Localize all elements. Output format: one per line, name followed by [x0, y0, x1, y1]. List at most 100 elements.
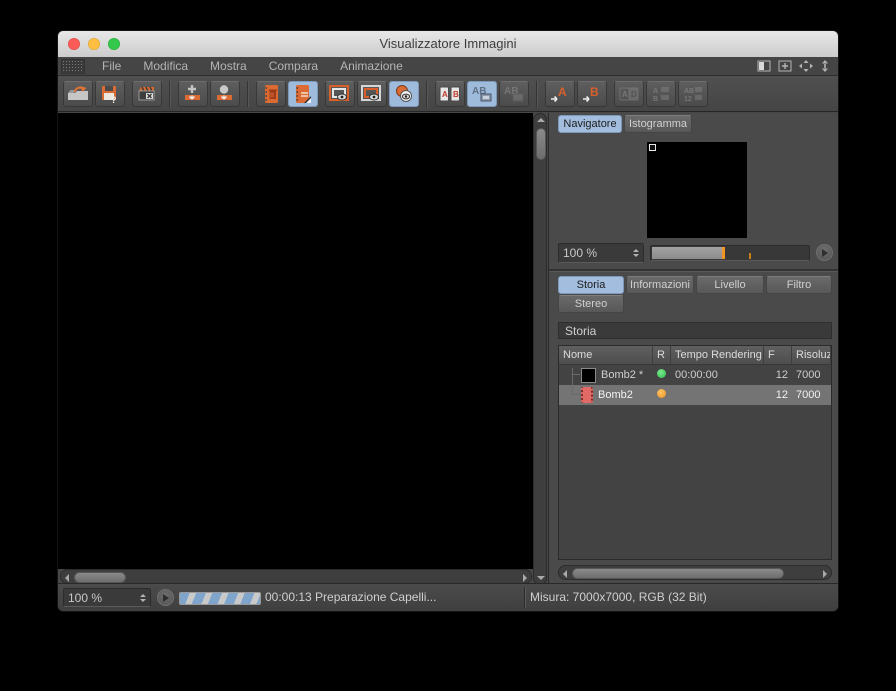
history-table-header: Nome R Tempo Rendering F Risoluz: [559, 346, 831, 365]
navigator-play-button[interactable]: [816, 244, 833, 261]
a-glyph: A: [653, 88, 658, 95]
tab-filtro[interactable]: Filtro: [766, 276, 832, 294]
slider-tick: [748, 253, 751, 259]
history-table: Nome R Tempo Rendering F Risoluz Bomb2 *…: [558, 345, 832, 560]
open-image-button[interactable]: [63, 80, 93, 107]
history-row[interactable]: Bomb2 * 00:00:00 12 7000: [559, 365, 831, 385]
viewer-hscrollbar[interactable]: [60, 569, 532, 584]
col-risoluzione[interactable]: Risoluz: [792, 346, 831, 364]
scroll-right-arrow[interactable]: [823, 569, 827, 578]
zoom-stepper[interactable]: [633, 249, 639, 257]
navigator-zoom-field[interactable]: 100 %: [558, 243, 644, 263]
playback-button[interactable]: [157, 589, 174, 606]
file-group: ?: [63, 80, 125, 107]
row-name-cell: Bomb2 *: [559, 367, 653, 383]
tab-stereo[interactable]: Stereo: [558, 295, 624, 313]
stepper-down-icon[interactable]: [633, 254, 639, 257]
expand-all-icon[interactable]: [799, 60, 813, 72]
tree-line-branch: [572, 394, 580, 395]
vertical-resize-icon[interactable]: [820, 60, 830, 72]
set-compare-b-button[interactable]: [357, 80, 387, 107]
navigator-region-marker[interactable]: [649, 144, 656, 151]
fit-image-button[interactable]: [178, 80, 208, 107]
menubar: File Modifica Mostra Compara Animazione: [58, 57, 838, 76]
hscroll-thumb[interactable]: [74, 572, 126, 583]
menu-compara[interactable]: Compara: [258, 59, 329, 73]
menu-modifica[interactable]: Modifica: [132, 59, 199, 73]
compare-ab-button[interactable]: [389, 80, 419, 107]
titlebar[interactable]: Visualizzatore Immagini: [58, 31, 838, 58]
zoom-stepper[interactable]: [140, 593, 146, 602]
viewer-vscrollbar[interactable]: [533, 113, 547, 585]
toolbar-separator: [169, 80, 171, 107]
drag-grip[interactable]: [61, 58, 85, 74]
status-dot-green: [657, 369, 666, 378]
n12-glyph: 12: [684, 96, 692, 103]
scroll-up-arrow[interactable]: [537, 118, 545, 122]
tab-livello[interactable]: Livello: [696, 276, 764, 294]
menu-file[interactable]: File: [91, 59, 132, 73]
clear-render-button[interactable]: [132, 80, 162, 107]
add-panel-icon[interactable]: [778, 60, 792, 72]
ab-side-by-side-button[interactable]: AB: [435, 80, 465, 107]
a-glyph: A: [622, 90, 628, 99]
toolbar: ? AB AB AB A B AD A B AB 12: [58, 76, 838, 112]
align-ab-disabled-button[interactable]: AB: [646, 80, 676, 107]
a-glyph: A: [558, 85, 567, 99]
ab-onscreen-disabled-button[interactable]: AB: [499, 80, 529, 107]
menu-animazione[interactable]: Animazione: [329, 59, 414, 73]
ab-frames-disabled-button[interactable]: AB 12: [678, 80, 708, 107]
stepper-up-icon[interactable]: [633, 249, 639, 252]
render-name: Bomb2: [598, 389, 633, 401]
col-f[interactable]: F: [764, 346, 792, 364]
scroll-down-arrow[interactable]: [537, 576, 545, 580]
ab-view-group: AB AB AB: [435, 80, 529, 107]
b-glyph: B: [590, 85, 599, 99]
scroll-right-arrow[interactable]: [523, 573, 527, 582]
set-compare-a-button[interactable]: [325, 80, 355, 107]
question-glyph: ?: [111, 95, 117, 104]
goto-image-a-button[interactable]: A: [545, 80, 575, 107]
viewer-zoom-field[interactable]: 100 %: [63, 588, 151, 607]
render-name: Bomb2 *: [601, 369, 644, 381]
history-section-title: Storia: [558, 322, 832, 339]
tab-informazioni[interactable]: Informazioni: [626, 276, 694, 294]
toggle-history-button[interactable]: [288, 80, 318, 107]
col-tempo[interactable]: Tempo Rendering: [671, 346, 764, 364]
image-canvas[interactable]: [58, 113, 533, 569]
split-view-icon[interactable]: [757, 60, 771, 72]
image-info-text: Misura: 7000x7000, RGB (32 Bit): [530, 590, 707, 604]
stepper-up-icon[interactable]: [140, 593, 146, 597]
col-r[interactable]: R: [653, 346, 671, 364]
ab-onscreen-button[interactable]: AB: [467, 80, 497, 107]
scroll-left-arrow[interactable]: [65, 573, 69, 582]
menu-mostra[interactable]: Mostra: [199, 59, 258, 73]
scroll-left-arrow[interactable]: [563, 569, 567, 578]
vscroll-thumb[interactable]: [536, 128, 546, 160]
col-nome[interactable]: Nome: [559, 346, 653, 364]
save-image-button[interactable]: ?: [95, 80, 125, 107]
remove-from-history-button[interactable]: [256, 80, 286, 107]
goto-image-b-button[interactable]: B: [577, 80, 607, 107]
navigator-zoom-slider[interactable]: [650, 245, 810, 261]
row-resolution-cell: 7000: [796, 389, 821, 401]
tab-istogramma[interactable]: Istogramma: [624, 115, 692, 133]
row-status-cell: [653, 389, 671, 401]
render-progress-bar: [179, 592, 261, 605]
history-row-selected[interactable]: Bomb2 12 7000: [559, 385, 831, 405]
navigator-preview[interactable]: [647, 142, 747, 238]
swap-ab-disabled-button[interactable]: AD: [614, 80, 644, 107]
d-glyph: D: [631, 90, 637, 99]
region-render-button[interactable]: [210, 80, 240, 107]
hscroll-thumb[interactable]: [572, 568, 784, 579]
play-icon: [821, 248, 832, 257]
tab-navigatore[interactable]: Navigatore: [558, 115, 622, 133]
ab-extra-group: AD AB AB 12: [614, 80, 708, 107]
stepper-down-icon[interactable]: [140, 598, 146, 602]
history-hscrollbar[interactable]: [558, 565, 832, 580]
desktop: { "colors": { "accent_orange": "#db6a33"…: [0, 0, 896, 691]
slider-handle[interactable]: [722, 247, 726, 259]
goto-group: A B: [545, 80, 607, 107]
tab-storia[interactable]: Storia: [558, 276, 624, 294]
tree-line-vertical: [572, 368, 573, 394]
